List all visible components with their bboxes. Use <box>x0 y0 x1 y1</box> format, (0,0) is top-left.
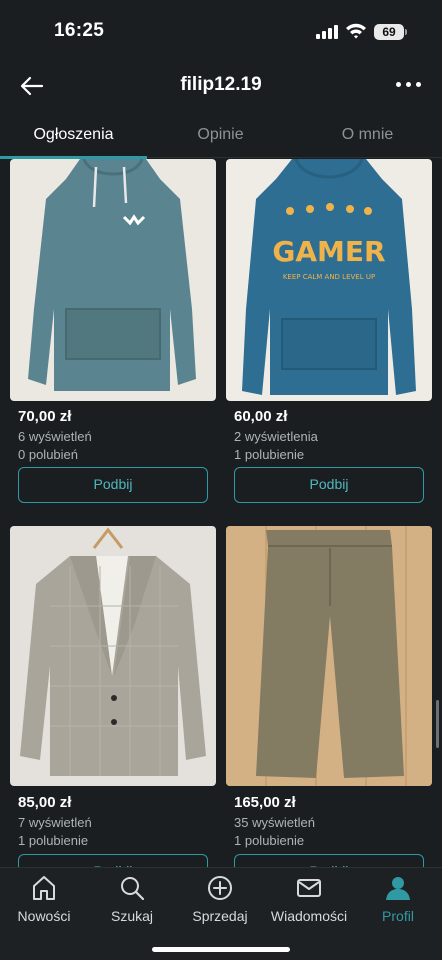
listing-card[interactable]: 85,00 zł 7 wyświetleń 1 polubienie Podbi… <box>10 526 216 867</box>
plus-circle-icon <box>208 876 232 900</box>
listing-photo[interactable] <box>10 526 216 786</box>
nav-item-search[interactable]: Szukaj <box>100 874 164 924</box>
blazer-photo <box>20 527 206 776</box>
listing-views: 7 wyświetleń <box>18 815 92 830</box>
tab-listings[interactable]: Ogłoszenia <box>0 126 147 144</box>
status-time: 16:25 <box>54 20 105 41</box>
listing-views: 35 wyświetleń <box>234 815 315 830</box>
search-icon <box>121 877 145 901</box>
home-indicator <box>152 947 290 952</box>
nav-label: Profil <box>382 908 414 924</box>
gamer-hoodie-photo: GAMER KEEP CALM AND LEVEL UP <box>242 159 416 395</box>
scrollbar-thumb[interactable] <box>436 700 439 748</box>
mail-icon <box>297 879 321 897</box>
listing-photo[interactable] <box>10 159 216 401</box>
listing-photo[interactable] <box>226 526 432 786</box>
listing-price: 165,00 zł <box>234 794 296 811</box>
profile-tabs: Ogłoszenia Opinie O mnie <box>0 118 442 158</box>
nav-item-profile[interactable]: Profil <box>370 874 426 924</box>
nav-header: filip12.19 <box>0 64 442 108</box>
tab-reviews[interactable]: Opinie <box>147 126 294 144</box>
nav-label: Nowości <box>17 908 71 924</box>
listing-likes: 0 polubień <box>18 447 78 462</box>
listing-views: 2 wyświetlenia <box>234 429 318 444</box>
bump-button[interactable]: Podbij <box>18 467 208 503</box>
nav-label: Szukaj <box>110 908 154 924</box>
nav-item-messages[interactable]: Wiadomości <box>264 874 354 924</box>
more-options-icon[interactable] <box>396 82 424 90</box>
hoodie-print-title: GAMER <box>272 235 385 268</box>
bump-button[interactable]: Podbij <box>234 854 424 867</box>
listings-grid: 70,00 zł 6 wyświetleń 0 polubień Podbij … <box>0 159 442 867</box>
listing-likes: 1 polubienie <box>18 833 89 848</box>
listing-price: 60,00 zł <box>234 408 288 425</box>
listing-price: 85,00 zł <box>18 794 72 811</box>
trousers-photo <box>226 526 432 786</box>
listing-likes: 1 polubienie <box>234 833 305 848</box>
status-bar: 16:25 69 <box>0 0 442 64</box>
listing-price: 70,00 zł <box>18 408 72 425</box>
listing-card[interactable]: 70,00 zł 6 wyświetleń 0 polubień Podbij <box>10 159 216 509</box>
cellular-signal-icon <box>316 25 338 39</box>
tab-about[interactable]: O mnie <box>294 126 441 144</box>
listing-likes: 1 polubienie <box>234 447 305 462</box>
home-icon <box>33 876 55 900</box>
wifi-icon <box>346 23 366 39</box>
nav-label: Sprzedaj <box>192 908 248 924</box>
profile-icon <box>386 877 410 900</box>
nav-label: Wiadomości <box>270 908 348 924</box>
listing-views: 6 wyświetleń <box>18 429 92 444</box>
bump-button[interactable]: Podbij <box>18 854 208 867</box>
battery-indicator: 69 <box>374 24 404 40</box>
battery-tip <box>405 29 407 35</box>
listing-card[interactable]: GAMER KEEP CALM AND LEVEL UP 60,00 zł 2 … <box>226 159 432 509</box>
listing-photo[interactable]: GAMER KEEP CALM AND LEVEL UP <box>226 159 432 401</box>
nav-item-news[interactable]: Nowości <box>10 874 78 924</box>
hoodie-photo <box>28 159 196 391</box>
listing-card[interactable]: 165,00 zł 35 wyświetleń 1 polubienie Pod… <box>226 526 432 867</box>
hoodie-print-tagline: KEEP CALM AND LEVEL UP <box>283 273 375 281</box>
page-title: filip12.19 <box>180 74 262 95</box>
bump-button[interactable]: Podbij <box>234 467 424 503</box>
nav-item-sell[interactable]: Sprzedaj <box>186 874 254 924</box>
